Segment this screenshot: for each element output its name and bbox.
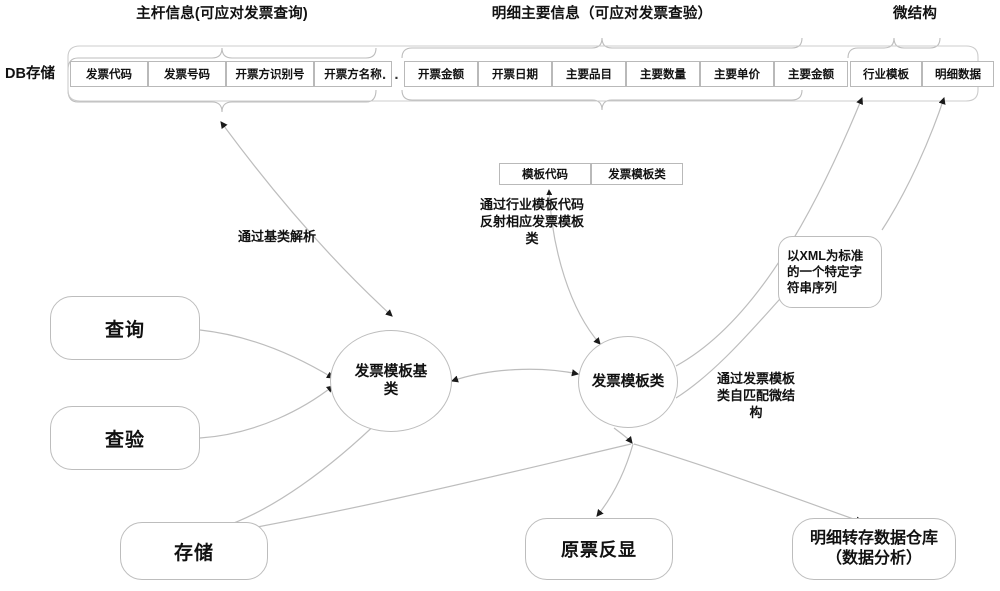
arrow-xml-to-detaildata: [881, 96, 946, 231]
group-title-detail-info: 明细主要信息（可应对发票查验）: [491, 6, 713, 22]
node-invoice-template-baseclass[interactable]: 发票模板基类: [330, 330, 452, 432]
db-column-invoice-code: 发票代码: [70, 61, 148, 87]
db-column-main-amount: 主要金额: [774, 61, 848, 87]
brace-micro-struct: [847, 37, 941, 59]
node-query[interactable]: 查询: [50, 296, 200, 360]
arrow-baseclass-to-templateclass: [450, 368, 580, 383]
annotation-self-match-micro: 通过发票模板类自匹配微结构: [716, 371, 795, 421]
db-column-industry-template: 行业模板: [850, 61, 922, 87]
node-reprint[interactable]: 原票反显: [525, 518, 673, 580]
db-column-issuer-name: 开票方名称: [314, 61, 392, 87]
db-storage-label: DB存储: [5, 66, 55, 82]
line-baseclass-to-storage: [219, 409, 391, 529]
arrow-db-to-baseclass: [220, 121, 393, 317]
db-column-issuer-taxid: 开票方识别号: [226, 61, 314, 87]
diagram-canvas: 主杆信息(可应对发票查询) 明细主要信息（可应对发票查验） 微结构 DB存储 发…: [0, 0, 1000, 591]
db-column-main-quantity: 主要数量: [626, 61, 700, 87]
node-storage[interactable]: 存储: [120, 522, 268, 580]
node-invoice-template-class[interactable]: 发票模板类: [578, 336, 678, 428]
arrow-templateclass-to-industry-template: [675, 97, 863, 367]
db-column-main-unitprice: 主要单价: [700, 61, 774, 87]
invoice-template-class-cell: 发票模板类: [591, 163, 683, 185]
arrow-junction-to-warehouse: [633, 443, 864, 524]
brace-main-info-lower: [67, 89, 377, 113]
db-column-detail-data: 明细数据: [922, 61, 994, 87]
arrow-verify-to-baseclass: [199, 385, 334, 439]
db-column-main-item: 主要品目: [552, 61, 626, 87]
annotation-reflect-template: 通过行业模板代码反射相应发票模板类: [479, 197, 584, 247]
db-column-invoice-number: 发票号码: [148, 61, 226, 87]
node-xml-string-note: 以XML为标准的一个特定字符串序列: [778, 236, 882, 308]
arrow-junction-to-reprint: [596, 443, 634, 517]
db-column-invoice-amount: 开票金额: [404, 61, 478, 87]
brace-detail-info-lower: [401, 89, 803, 111]
group-title-micro-struct: 微结构: [892, 6, 938, 22]
arrow-templateclass-to-junction: [613, 427, 633, 444]
group-title-main-info: 主杆信息(可应对发票查询): [136, 6, 308, 22]
arrow-query-to-baseclass: [199, 329, 334, 379]
node-verify[interactable]: 查验: [50, 406, 200, 470]
db-column-invoice-date: 开票日期: [478, 61, 552, 87]
brace-detail-info: [401, 37, 803, 59]
node-detail-warehouse[interactable]: 明细转存数据仓库（数据分析）: [792, 518, 956, 580]
annotation-parse-by-baseclass: 通过基类解析: [238, 229, 317, 244]
template-code-cell: 模板代码: [499, 163, 591, 185]
